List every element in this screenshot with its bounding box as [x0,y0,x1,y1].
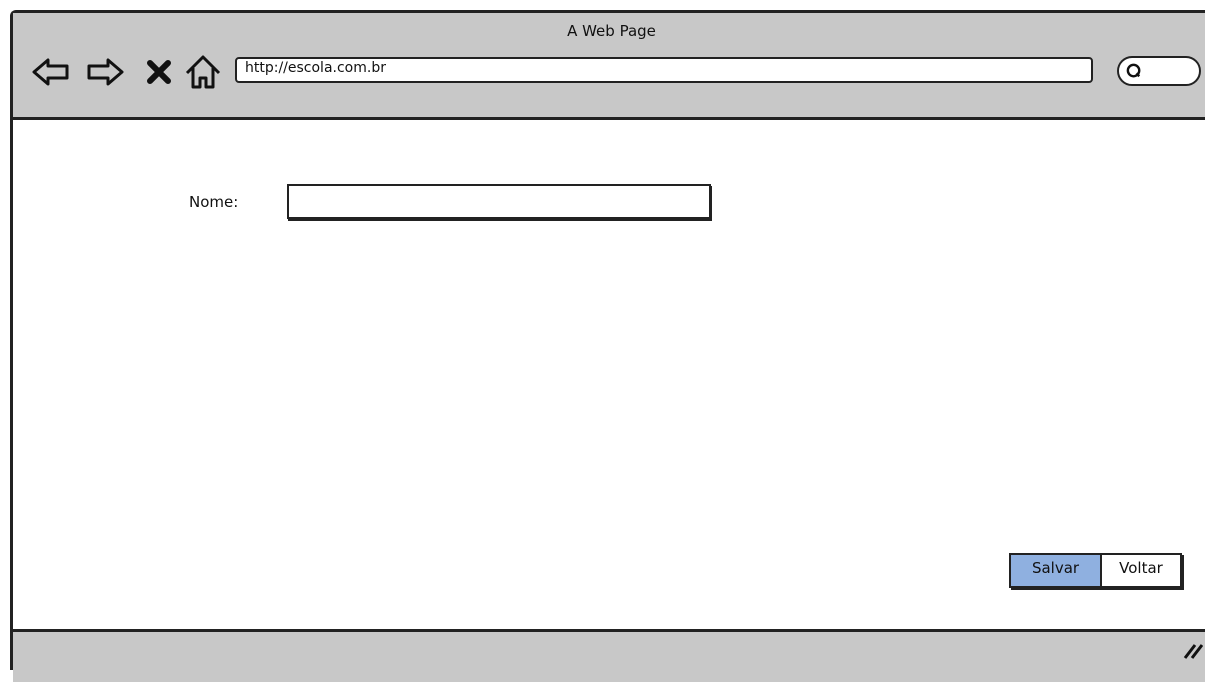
back-button[interactable]: Voltar [1102,555,1180,586]
stop-icon[interactable] [139,52,179,92]
window-title: A Web Page [567,22,656,40]
home-icon[interactable] [183,52,223,92]
search-field[interactable] [1117,56,1201,86]
search-icon [1126,63,1141,78]
resize-grip-icon[interactable] [1181,641,1203,659]
save-button[interactable]: Salvar [1011,555,1102,586]
back-arrow-icon[interactable] [31,52,71,92]
nome-input[interactable] [287,184,711,219]
browser-toolbar: A Web Page http://escola.com.br [13,13,1205,120]
url-field[interactable]: http://escola.com.br [235,57,1093,83]
status-bar [13,629,1205,682]
nome-label: Nome: [189,193,239,211]
forward-arrow-icon[interactable] [85,52,125,92]
browser-window: A Web Page http://escola.com.br Nome: Sa… [10,10,1205,682]
action-button-group: Salvar Voltar [1009,553,1182,588]
